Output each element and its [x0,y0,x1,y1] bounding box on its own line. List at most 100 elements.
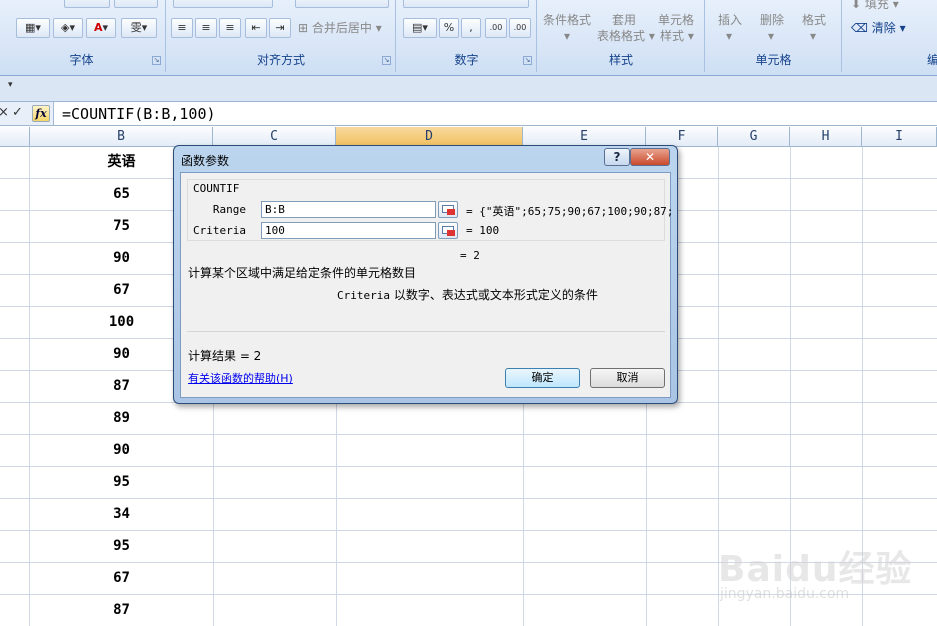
range-input[interactable]: B:B [261,201,436,218]
argument-help-name: Criteria [337,289,390,302]
insert-button[interactable]: 插入 [718,12,742,28]
align-right-button[interactable]: ≡ [219,18,241,38]
align-left-button[interactable]: ≡ [171,18,193,38]
percent-button[interactable]: % [439,18,459,38]
calc-result: 计算结果 = 2 [188,349,262,363]
number-launcher[interactable]: ↘ [523,56,532,65]
cells-group-label: 单元格 [755,53,792,67]
function-arguments-dialog: 函数参数 ? ✕ COUNTIF Range B:B = {"英语";65;75… [173,145,678,404]
phonetic-button[interactable]: 雯▾ [121,18,157,38]
column-header-g[interactable]: G [718,127,790,147]
cell-ref-arrow-icon [447,209,455,215]
wrap-text-button[interactable] [295,0,389,8]
cell-b[interactable]: 95 [30,531,213,562]
cancel-entry-icon[interactable]: × [0,105,9,121]
column-header-b[interactable]: B [30,127,213,147]
arguments-fieldset: COUNTIF Range B:B = {"英语";65;75;90;67;10… [187,179,673,241]
conditional-format-arrow: ▾ [564,29,571,43]
column-header-i[interactable]: I [862,127,937,147]
eraser-icon: ⌫ [851,21,868,35]
fill-color-icon: ◈▾ [61,21,75,34]
wrap-row-button[interactable] [173,0,273,8]
column-header-h[interactable]: H [790,127,862,147]
align-left-icon: ≡ [177,21,187,34]
editing-group-label: 编辑 [926,53,937,67]
font-group-label: 字体 [69,53,94,67]
argument-help: Criteria 以数字、表达式或文本形式定义的条件 [337,286,598,303]
accounting-button[interactable]: ▤▾ [403,18,437,38]
border-button[interactable]: ▦▾ [16,18,50,38]
cell-b[interactable]: 90 [30,435,213,466]
indent-increase-icon: ⇥ [275,21,285,34]
fill-button[interactable]: ⬇ 填充 ▾ [851,0,899,12]
indent-decrease-button[interactable]: ⇤ [245,18,267,38]
criteria-result: = 100 [466,224,500,237]
formula-input[interactable]: =COUNTIF(B:B,100) [62,104,216,124]
function-name: COUNTIF [193,182,240,195]
table-format-button[interactable]: 表格格式 ▾ [597,28,655,44]
range-collapse-button[interactable] [438,201,458,218]
font-grow-button[interactable] [114,0,158,8]
insert-function-button[interactable]: fx [32,105,50,122]
criteria-input[interactable]: 100 [261,222,436,239]
cell-b[interactable]: 87 [30,595,213,626]
format-button[interactable]: 格式 [802,12,826,28]
column-header-f[interactable]: F [646,127,718,147]
decrease-decimal-button[interactable]: .00 [509,18,531,38]
baidu-watermark: Baidu经验 jingyan.baidu.com [716,536,926,606]
cell-b[interactable]: 34 [30,499,213,530]
number-group-label: 数字 [454,53,479,67]
column-header-d[interactable]: D [336,127,523,147]
increase-decimal-button[interactable]: .00 [485,18,507,38]
border-icon: ▦▾ [25,21,41,34]
ok-button[interactable]: 确定 [505,368,580,388]
font-size-box[interactable] [64,0,110,8]
column-header-c[interactable]: C [213,127,336,147]
formula-bar-buttons: × ✓ fx [0,102,54,125]
confirm-entry-icon[interactable]: ✓ [12,105,23,121]
font-launcher[interactable]: ↘ [152,56,161,65]
styles-group-label: 样式 [608,53,633,67]
function-help-link[interactable]: 有关该函数的帮助(H) [188,370,293,386]
cell-style-button[interactable]: 样式 ▾ [660,28,694,44]
range-label: Range [212,203,246,216]
quick-access-dropdown-icon[interactable]: ▾ [8,80,13,90]
alignment-launcher[interactable]: ↘ [382,56,391,65]
insert-arrow: ▾ [726,29,733,43]
font-group: ▦▾ ◈▾ A▾ 雯▾ 字体 ↘ [0,0,166,72]
alignment-group-label: 对齐方式 [256,53,305,67]
column-header-e[interactable]: E [523,127,646,147]
align-right-icon: ≡ [225,21,235,34]
column-header-a[interactable] [0,127,30,147]
merge-center-button[interactable]: ⊞ 合并后居中 ▾ [298,20,382,36]
conditional-format-button[interactable]: 条件格式 [543,12,591,28]
cell-b[interactable]: 95 [30,467,213,498]
number-format-box[interactable] [403,0,529,8]
fill-icon: ⬇ [851,0,862,11]
styles-group: 条件格式 ▾ 套用 表格格式 ▾ 单元格 样式 ▾ 样式 [538,0,705,72]
alignment-group: ≡ ≡ ≡ ⇤ ⇥ ⊞ 合并后居中 ▾ 对齐方式 ↘ [167,0,396,72]
close-icon[interactable]: ✕ [630,148,670,166]
dialog-title: 函数参数 [181,154,230,168]
delete-button[interactable]: 删除 [760,12,784,28]
comma-button[interactable]: , [461,18,481,38]
indent-increase-button[interactable]: ⇥ [269,18,291,38]
accounting-icon: ▤▾ [412,21,428,34]
align-center-button[interactable]: ≡ [195,18,217,38]
cancel-button[interactable]: 取消 [590,368,665,388]
cell-b[interactable]: 89 [30,403,213,434]
function-description: 计算某个区域中满足给定条件的单元格数目 [188,266,417,280]
dialog-body: COUNTIF Range B:B = {"英语";65;75;90;67;10… [180,172,673,398]
table-format-label-1[interactable]: 套用 [612,12,636,28]
ribbon: ▦▾ ◈▾ A▾ 雯▾ 字体 ↘ ≡ ≡ ≡ ⇤ ⇥ ⊞ 合并后居中 ▾ 对齐方… [0,0,937,76]
clear-button[interactable]: ⌫ 清除 ▾ [851,20,906,36]
font-color-button[interactable]: A▾ [86,18,116,38]
merge-icon: ⊞ [298,21,309,35]
criteria-collapse-button[interactable] [438,222,458,239]
delete-arrow: ▾ [768,29,775,43]
help-icon[interactable]: ? [604,148,630,166]
cell-b[interactable]: 67 [30,563,213,594]
cell-style-label-1[interactable]: 单元格 [658,12,694,28]
fill-color-button[interactable]: ◈▾ [53,18,83,38]
watermark-url: jingyan.baidu.com [720,586,850,602]
